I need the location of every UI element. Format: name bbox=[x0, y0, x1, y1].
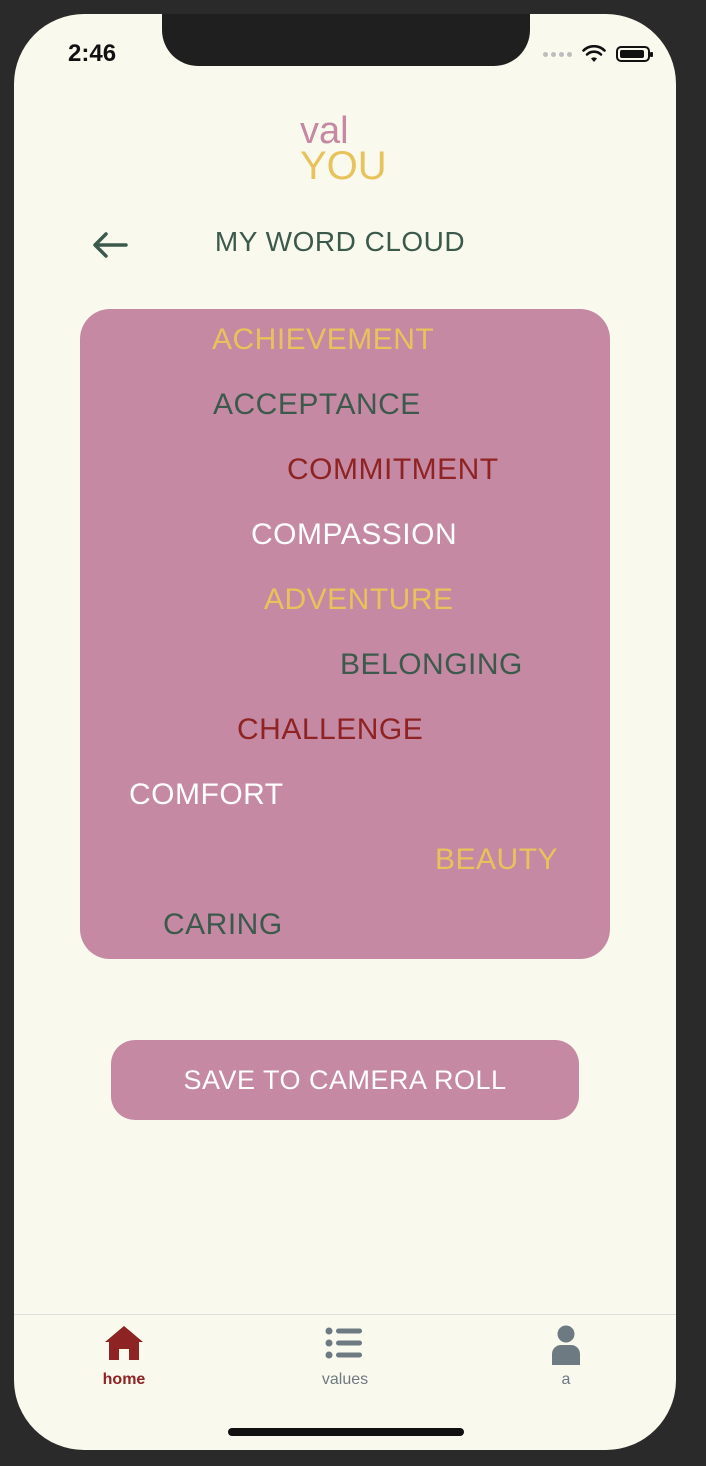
cellular-signal-icon bbox=[543, 51, 572, 57]
cloud-word: BELONGING bbox=[340, 648, 523, 681]
save-to-camera-roll-button[interactable]: SAVE TO CAMERA ROLL bbox=[111, 1040, 579, 1120]
app-screen: 2:46 val YOU MY WORD CLOUD ACHIEVEMENT A bbox=[14, 14, 676, 1450]
cloud-word: BEAUTY bbox=[435, 843, 559, 876]
cloud-word: ACHIEVEMENT bbox=[212, 323, 435, 356]
status-time: 2:46 bbox=[68, 40, 117, 67]
tab-profile-label: a bbox=[561, 1371, 571, 1388]
tab-bar: home values a bbox=[14, 1314, 676, 1415]
word-cloud: ACHIEVEMENT ACCEPTANCE COMMITMENT COMPAS… bbox=[80, 309, 610, 959]
cloud-word: ADVENTURE bbox=[264, 583, 454, 616]
cloud-word: ACCEPTANCE bbox=[213, 388, 421, 421]
wifi-icon bbox=[582, 45, 606, 62]
tab-profile[interactable]: a bbox=[506, 1323, 626, 1389]
tab-values-label: values bbox=[321, 1371, 369, 1388]
tab-values[interactable]: values bbox=[285, 1323, 405, 1389]
tab-home-label: home bbox=[102, 1371, 146, 1388]
cloud-word: COMPASSION bbox=[251, 518, 458, 551]
cloud-word: COMFORT bbox=[129, 778, 284, 811]
app-logo: val YOU bbox=[300, 112, 387, 186]
cloud-word: COMMITMENT bbox=[287, 453, 499, 486]
person-icon bbox=[552, 1325, 580, 1365]
battery-icon bbox=[616, 46, 653, 62]
device-frame: 2:46 val YOU MY WORD CLOUD ACHIEVEMENT A bbox=[0, 0, 706, 1466]
cloud-word: CHALLENGE bbox=[237, 713, 424, 746]
status-indicators bbox=[543, 44, 653, 64]
tab-home[interactable]: home bbox=[64, 1323, 184, 1389]
list-icon bbox=[325, 1327, 362, 1359]
home-icon bbox=[105, 1326, 143, 1360]
back-button[interactable] bbox=[90, 230, 130, 260]
page-title: MY WORD CLOUD bbox=[214, 226, 466, 257]
device-notch bbox=[162, 14, 530, 66]
cloud-word: CARING bbox=[163, 908, 283, 941]
back-arrow-icon bbox=[93, 232, 128, 258]
logo-you: YOU bbox=[300, 144, 387, 188]
home-indicator bbox=[228, 1428, 464, 1436]
